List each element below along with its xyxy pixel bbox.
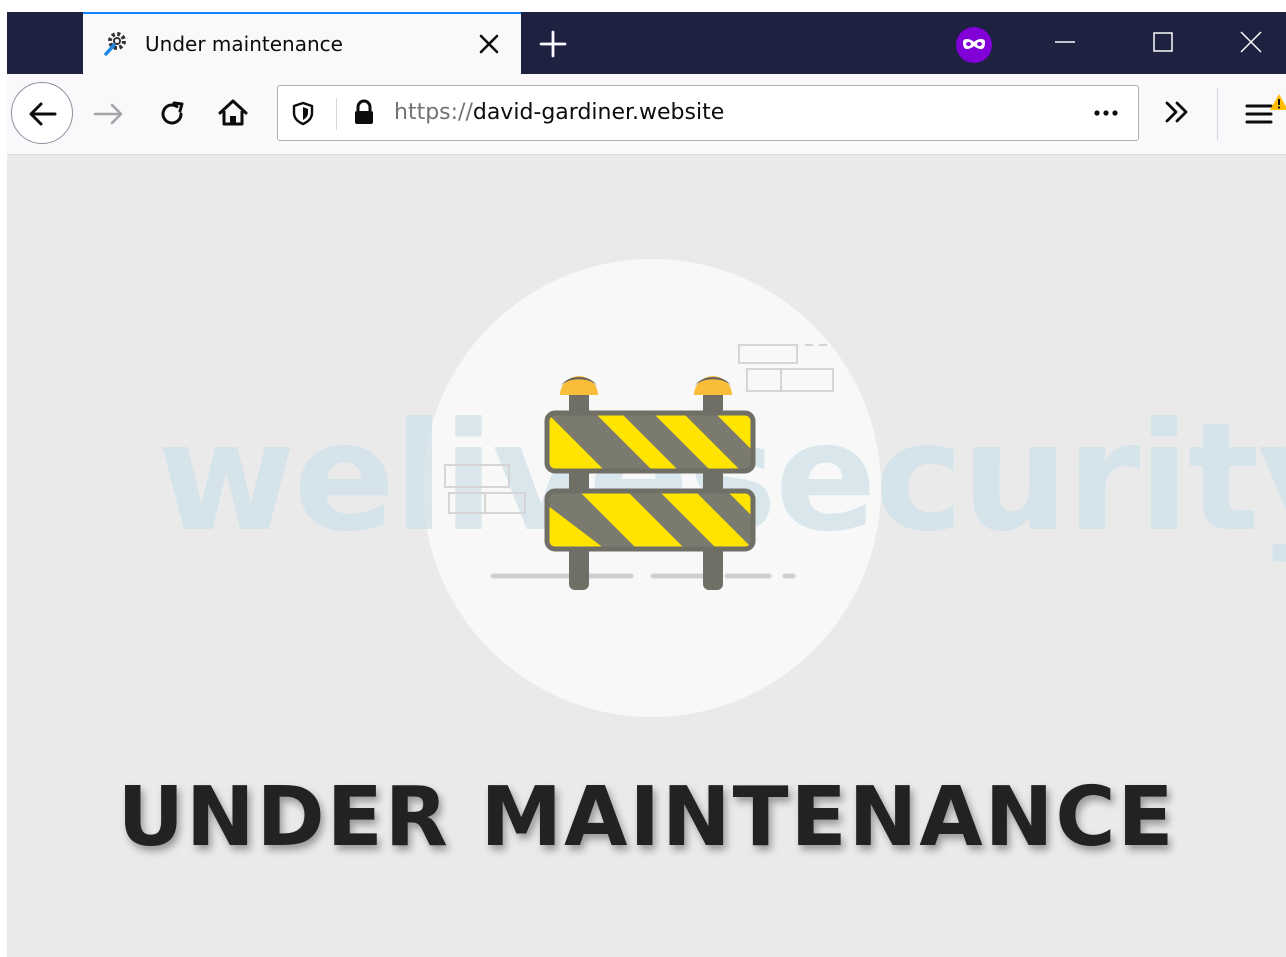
- tab-strip: Under maintenance: [7, 12, 1286, 74]
- home-button[interactable]: [213, 92, 253, 132]
- shield-icon[interactable]: [290, 100, 316, 126]
- divider: [336, 98, 337, 130]
- close-window-icon[interactable]: [1231, 24, 1271, 60]
- divider: [1217, 88, 1218, 140]
- reload-button[interactable]: [153, 94, 193, 134]
- new-tab-icon[interactable]: [535, 26, 571, 62]
- tab-title: Under maintenance: [145, 32, 343, 56]
- minimize-icon[interactable]: [1045, 24, 1085, 60]
- lock-icon[interactable]: [350, 98, 378, 126]
- maximize-icon[interactable]: [1143, 24, 1183, 60]
- address-bar[interactable]: https://david-gardiner.website: [277, 85, 1139, 141]
- url-host: david-gardiner.website: [472, 100, 725, 125]
- tab-under-maintenance[interactable]: Under maintenance: [83, 12, 521, 74]
- page-actions-icon[interactable]: [1088, 98, 1124, 128]
- chevron-double-right-icon[interactable]: [1157, 92, 1197, 132]
- back-button[interactable]: [11, 82, 73, 144]
- gear-wrench-icon: [104, 32, 126, 56]
- forward-button[interactable]: [89, 94, 129, 134]
- navigation-toolbar: https://david-gardiner.website: [7, 74, 1286, 155]
- private-browsing-icon: [956, 27, 992, 63]
- page-heading: UNDER MAINTENANCE: [117, 770, 1176, 865]
- url-text[interactable]: https://david-gardiner.website: [394, 100, 724, 125]
- browser-window: Under maintenance https://david-gardiner…: [7, 12, 1286, 957]
- menu-icon[interactable]: [1241, 90, 1286, 136]
- url-scheme: https://: [394, 100, 473, 125]
- close-tab-icon[interactable]: [473, 28, 505, 60]
- arrow-left-icon: [29, 102, 57, 126]
- page-content: welivesecurity: [7, 155, 1286, 957]
